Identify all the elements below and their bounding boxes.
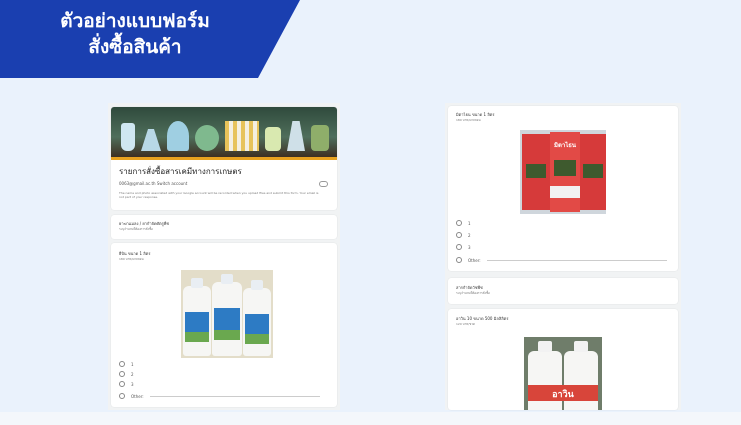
radio-button[interactable] <box>456 232 462 238</box>
option-3[interactable]: 3 <box>456 244 471 250</box>
option-label: Other: <box>131 393 144 399</box>
radio-button[interactable] <box>456 257 462 263</box>
question-price: 180 บาท/แกลลอน <box>456 118 481 122</box>
banner-title-line1: ตัวอย่างแบบฟอร์ม <box>60 10 210 32</box>
form-title: รายการสั่งซื้อสารเคมีทางการเกษตร <box>119 167 242 176</box>
question-title: มิตาไธน ขนาด 1 ลิตร <box>456 112 495 117</box>
option-label: 3 <box>468 244 471 250</box>
product-image: มิตาไธน <box>520 130 606 214</box>
bottle-cap-icon <box>538 341 552 352</box>
radio-button[interactable] <box>456 244 462 250</box>
box-photo-panel <box>554 160 576 176</box>
radio-button[interactable] <box>456 220 462 226</box>
radio-button[interactable] <box>119 393 125 399</box>
microscope-icon <box>311 125 329 151</box>
option-label: 2 <box>468 232 471 238</box>
flask-icon <box>167 121 189 151</box>
bottle-icon <box>564 351 598 410</box>
radio-button[interactable] <box>119 371 125 377</box>
lab-equipment-banner-image <box>111 107 337 157</box>
cloud-icon <box>319 181 328 187</box>
question-price: 120 บาท/ขวด <box>456 322 475 326</box>
right-form-screenshot: มิตาไธน ขนาด 1 ลิตร 180 บาท/แกลลอน มิตาไ… <box>445 103 681 410</box>
product-image <box>181 270 273 358</box>
box-photo-panel <box>526 164 546 178</box>
section-subtitle: ระบุจำนวนที่ต้องการสั่งซื้อ <box>456 291 490 295</box>
bottom-strip <box>0 412 741 425</box>
bottle-label-stripe <box>185 312 209 332</box>
question-card: อาวิน 10 ขนาด 500 มิลลิลิตร 120 บาท/ขวด … <box>448 309 678 410</box>
option-other[interactable]: Other: <box>456 257 667 263</box>
section-title: ยาฆ่าแมลง / ยากำจัดศัตรูพืช <box>119 221 170 226</box>
option-label: Other: <box>468 257 481 263</box>
option-1[interactable]: 1 <box>456 220 471 226</box>
option-label: 1 <box>468 220 471 226</box>
question-card: ยีบิน ขนาด 1 ลิตร 180 บาท/แกลลอน 1 2 3 O… <box>111 243 337 407</box>
product-image: อาวิน <box>524 337 602 410</box>
radio-button[interactable] <box>119 381 125 387</box>
bottle-cap-icon <box>574 341 588 352</box>
bottle-label-stripe <box>245 314 269 334</box>
bottle-label-stripe <box>214 330 240 340</box>
question-title: ยีบิน ขนาด 1 ลิตร <box>119 251 151 256</box>
flask-icon <box>141 129 161 151</box>
box-photo-panel <box>583 164 603 178</box>
bottle-label-stripe <box>185 332 209 342</box>
bottle-label-stripe <box>214 308 240 330</box>
section-subtitle: ระบุจำนวนที่ต้องการสั่งซื้อ <box>119 227 153 231</box>
banner-title: ตัวอย่างแบบฟอร์ม สั่งซื้อสินค้า <box>0 8 270 60</box>
bottle-cap-icon <box>221 274 233 284</box>
question-title: อาวิน 10 ขนาด 500 มิลลิลิตร <box>456 316 509 321</box>
bottle-label-stripe <box>245 334 269 344</box>
other-text-input[interactable] <box>486 259 667 261</box>
flask-icon <box>121 123 135 151</box>
question-card: มิตาไธน ขนาด 1 ลิตร 180 บาท/แกลลอน มิตาไ… <box>448 106 678 271</box>
option-label: 2 <box>131 371 134 377</box>
option-other[interactable]: Other: <box>119 393 320 399</box>
form-header-card: รายการสั่งซื้อสารเคมีทางการเกษตร 0063@gm… <box>111 107 337 210</box>
test-tube-rack-icon <box>225 121 259 151</box>
header-accent-bar <box>111 157 337 160</box>
section-card: สารกำจัดวัชพืช ระบุจำนวนที่ต้องการสั่งซื… <box>448 278 678 304</box>
option-2[interactable]: 2 <box>456 232 471 238</box>
bottle-label: อาวิน <box>552 390 574 400</box>
option-label: 1 <box>131 361 134 367</box>
option-label: 3 <box>131 381 134 387</box>
flask-icon <box>265 127 281 151</box>
flask-icon <box>287 121 305 151</box>
option-3[interactable]: 3 <box>119 381 134 387</box>
banner-title-line2: สั่งซื้อสินค้า <box>88 36 182 58</box>
other-text-input[interactable] <box>149 395 320 397</box>
bottle-icon <box>528 351 562 410</box>
left-form-screenshot: รายการสั่งซื้อสารเคมีทางการเกษตร 0063@gm… <box>108 103 340 410</box>
radio-button[interactable] <box>119 361 125 367</box>
account-line[interactable]: 0063@gmail.ac.th Switch account <box>119 181 187 186</box>
privacy-notice: The name and photo associated with your … <box>119 191 319 199</box>
bottle-cap-icon <box>251 280 263 290</box>
section-card: ยาฆ่าแมลง / ยากำจัดศัตรูพืช ระบุจำนวนที่… <box>111 215 337 239</box>
box-white-strip <box>550 186 580 198</box>
question-price: 180 บาท/แกลลอน <box>119 257 144 261</box>
option-1[interactable]: 1 <box>119 361 134 367</box>
bottle-cap-icon <box>191 278 203 288</box>
presentation-slide: ตัวอย่างแบบฟอร์ม สั่งซื้อสินค้า รายการสั… <box>0 0 741 425</box>
flask-icon <box>195 125 219 151</box>
box-label: มิตาไธน <box>553 142 576 149</box>
option-2[interactable]: 2 <box>119 371 134 377</box>
section-title: สารกำจัดวัชพืช <box>456 285 483 290</box>
